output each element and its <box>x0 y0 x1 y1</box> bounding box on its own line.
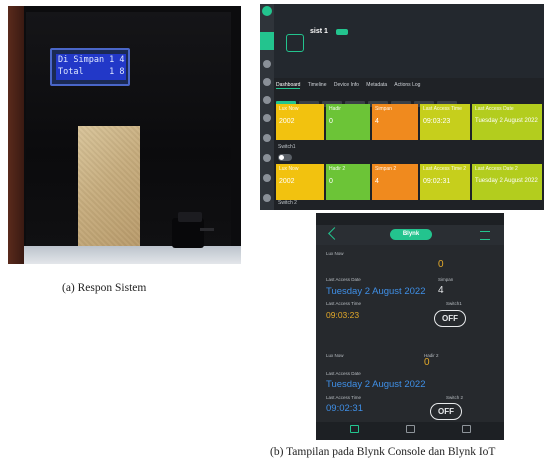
phone-app-header: Blynk <box>316 225 504 245</box>
tile-value: 2002 <box>279 118 295 125</box>
tile-value: 0 <box>329 178 333 185</box>
lux-label: Lux Now <box>326 251 344 256</box>
date-label: Last Access Date <box>326 277 361 282</box>
back-icon[interactable] <box>328 227 341 240</box>
tab-dashboard[interactable]: Dashboard <box>276 82 301 89</box>
tile-hadir-2: Hadir 2 0 <box>326 164 370 200</box>
automation-icon <box>405 425 415 433</box>
switch2-off-button[interactable]: OFF <box>430 403 462 420</box>
device-icon <box>286 34 304 52</box>
sidebar-nav-icon[interactable] <box>263 60 271 68</box>
background-wall <box>8 6 24 264</box>
tile-lux-now-2: Lux Now 2002 <box>276 164 324 200</box>
tile-value: Tuesday 2 August 2022 <box>475 118 538 124</box>
tile-value: 09:02:31 <box>423 178 451 185</box>
tab-metadata[interactable]: Metadata <box>366 82 387 88</box>
tile-last-access-time: Last Access Time 09:03:23 <box>420 104 470 140</box>
date-label-2: Last Access Date <box>326 371 361 376</box>
tile-hadir: Hadir 0 <box>326 104 370 140</box>
tile-value: 2002 <box>279 178 295 185</box>
sidebar-nav-icon[interactable] <box>263 114 271 122</box>
sidebar-active-item[interactable] <box>260 32 274 50</box>
phone-status-bar <box>316 213 504 225</box>
menu-icon[interactable] <box>480 231 490 240</box>
cable <box>200 228 214 231</box>
servo-motor <box>172 212 204 248</box>
online-badge <box>336 29 348 35</box>
tile-value: 09:03:23 <box>423 118 451 125</box>
tile-title: Hadir 2 <box>329 166 346 172</box>
count-value: 0 <box>438 259 444 270</box>
switch1-label: Switch1 <box>446 301 462 306</box>
sidebar-nav-icon[interactable] <box>263 78 271 86</box>
dashboard-icon <box>349 425 359 433</box>
blynk-logo-icon <box>262 6 272 16</box>
tile-title: Lux Now <box>279 106 299 112</box>
time-value: 09:03:23 <box>326 310 360 320</box>
base-platform <box>24 246 241 264</box>
nav-item-dashboard[interactable] <box>334 425 374 434</box>
tile-title: Lux Now <box>279 166 299 172</box>
switch2-label: Switch 2 <box>278 200 297 206</box>
tile-title: Last Access Date <box>475 106 514 112</box>
switch1-toggle[interactable] <box>278 154 292 161</box>
sidebar-nav-icon[interactable] <box>263 96 271 104</box>
lcd-screen: Di Simpan 1 4 Total 1 8 <box>56 54 126 80</box>
lcd-line-1: Di Simpan 1 4 <box>58 55 125 65</box>
phone-bottom-nav <box>316 422 504 440</box>
tab-actions-log[interactable]: Actions Log <box>394 82 420 88</box>
cardboard-door <box>78 126 140 250</box>
tile-title: Hadir <box>329 106 341 112</box>
tile-simpan: Simpan 4 <box>372 104 418 140</box>
date-value-2: Tuesday 2 August 2022 <box>326 379 426 390</box>
switch1-off-button[interactable]: OFF <box>434 310 466 327</box>
time-label: Last Access Time <box>326 301 362 306</box>
lcd-line-2: Total 1 8 <box>58 67 125 77</box>
tile-value: 0 <box>329 118 333 125</box>
blynk-mobile-screenshot: Blynk Lux Now 0 Last Access Date Tuesday… <box>316 213 504 440</box>
tile-title: Last Access Time <box>423 106 462 112</box>
count-value-2: 0 <box>424 357 430 368</box>
console-device-header: sist 1 <box>274 4 544 78</box>
bell-icon <box>461 425 471 433</box>
sidebar-nav-icon[interactable] <box>263 174 271 182</box>
sidebar-nav-icon[interactable] <box>263 154 271 162</box>
tile-last-access-date-2: Last Access Date 2 Tuesday 2 August 2022 <box>472 164 542 200</box>
date-value: Tuesday 2 August 2022 <box>326 286 426 297</box>
tile-title: Last Access Time 2 <box>423 166 467 172</box>
console-sidebar <box>260 4 274 210</box>
device-name: sist 1 <box>310 28 328 35</box>
switch2-label: Switch 2 <box>446 395 464 400</box>
tile-value: Tuesday 2 August 2022 <box>475 178 538 184</box>
sidebar-nav-icon[interactable] <box>263 134 271 142</box>
tile-title: Simpan <box>375 106 392 112</box>
console-tabs: Dashboard Timeline Device Info Metadata … <box>276 82 426 89</box>
figure-a-photo: Di Simpan 1 4 Total 1 8 <box>8 6 241 264</box>
tile-last-access-date: Last Access Date Tuesday 2 August 2022 <box>472 104 542 140</box>
time-label-2: Last Access Time <box>326 395 362 400</box>
tab-device-info[interactable]: Device Info <box>334 82 359 88</box>
blynk-brand: Blynk <box>390 229 432 240</box>
tile-lux-now: Lux Now 2002 <box>276 104 324 140</box>
sidebar-nav-icon[interactable] <box>263 194 271 202</box>
tab-timeline[interactable]: Timeline <box>308 82 327 88</box>
tile-value: 4 <box>375 118 379 125</box>
tile-title: Last Access Date 2 <box>475 166 518 172</box>
time-value-2: 09:02:31 <box>326 403 363 414</box>
nav-item-automations[interactable] <box>390 425 430 434</box>
tile-value: 4 <box>375 178 379 185</box>
nav-item-notifications[interactable] <box>446 425 486 434</box>
tile-title: Simpan 2 <box>375 166 397 172</box>
stored-value: 4 <box>438 285 444 296</box>
lux-label-2: Lux Now <box>326 353 344 358</box>
tile-simpan-2: Simpan 2 4 <box>372 164 418 200</box>
lcd-display: Di Simpan 1 4 Total 1 8 <box>50 48 130 86</box>
stored-label: Simpan <box>438 277 454 282</box>
caption-a: (a) Respon Sistem <box>62 282 147 294</box>
blynk-console-screenshot: sist 1 Dashboard Timeline Device Info Me… <box>260 4 544 210</box>
caption-b: (b) Tampilan pada Blynk Console dan Blyn… <box>270 446 496 458</box>
tile-last-access-time-2: Last Access Time 2 09:02:31 <box>420 164 470 200</box>
switch1-label: Switch1 <box>278 144 296 150</box>
